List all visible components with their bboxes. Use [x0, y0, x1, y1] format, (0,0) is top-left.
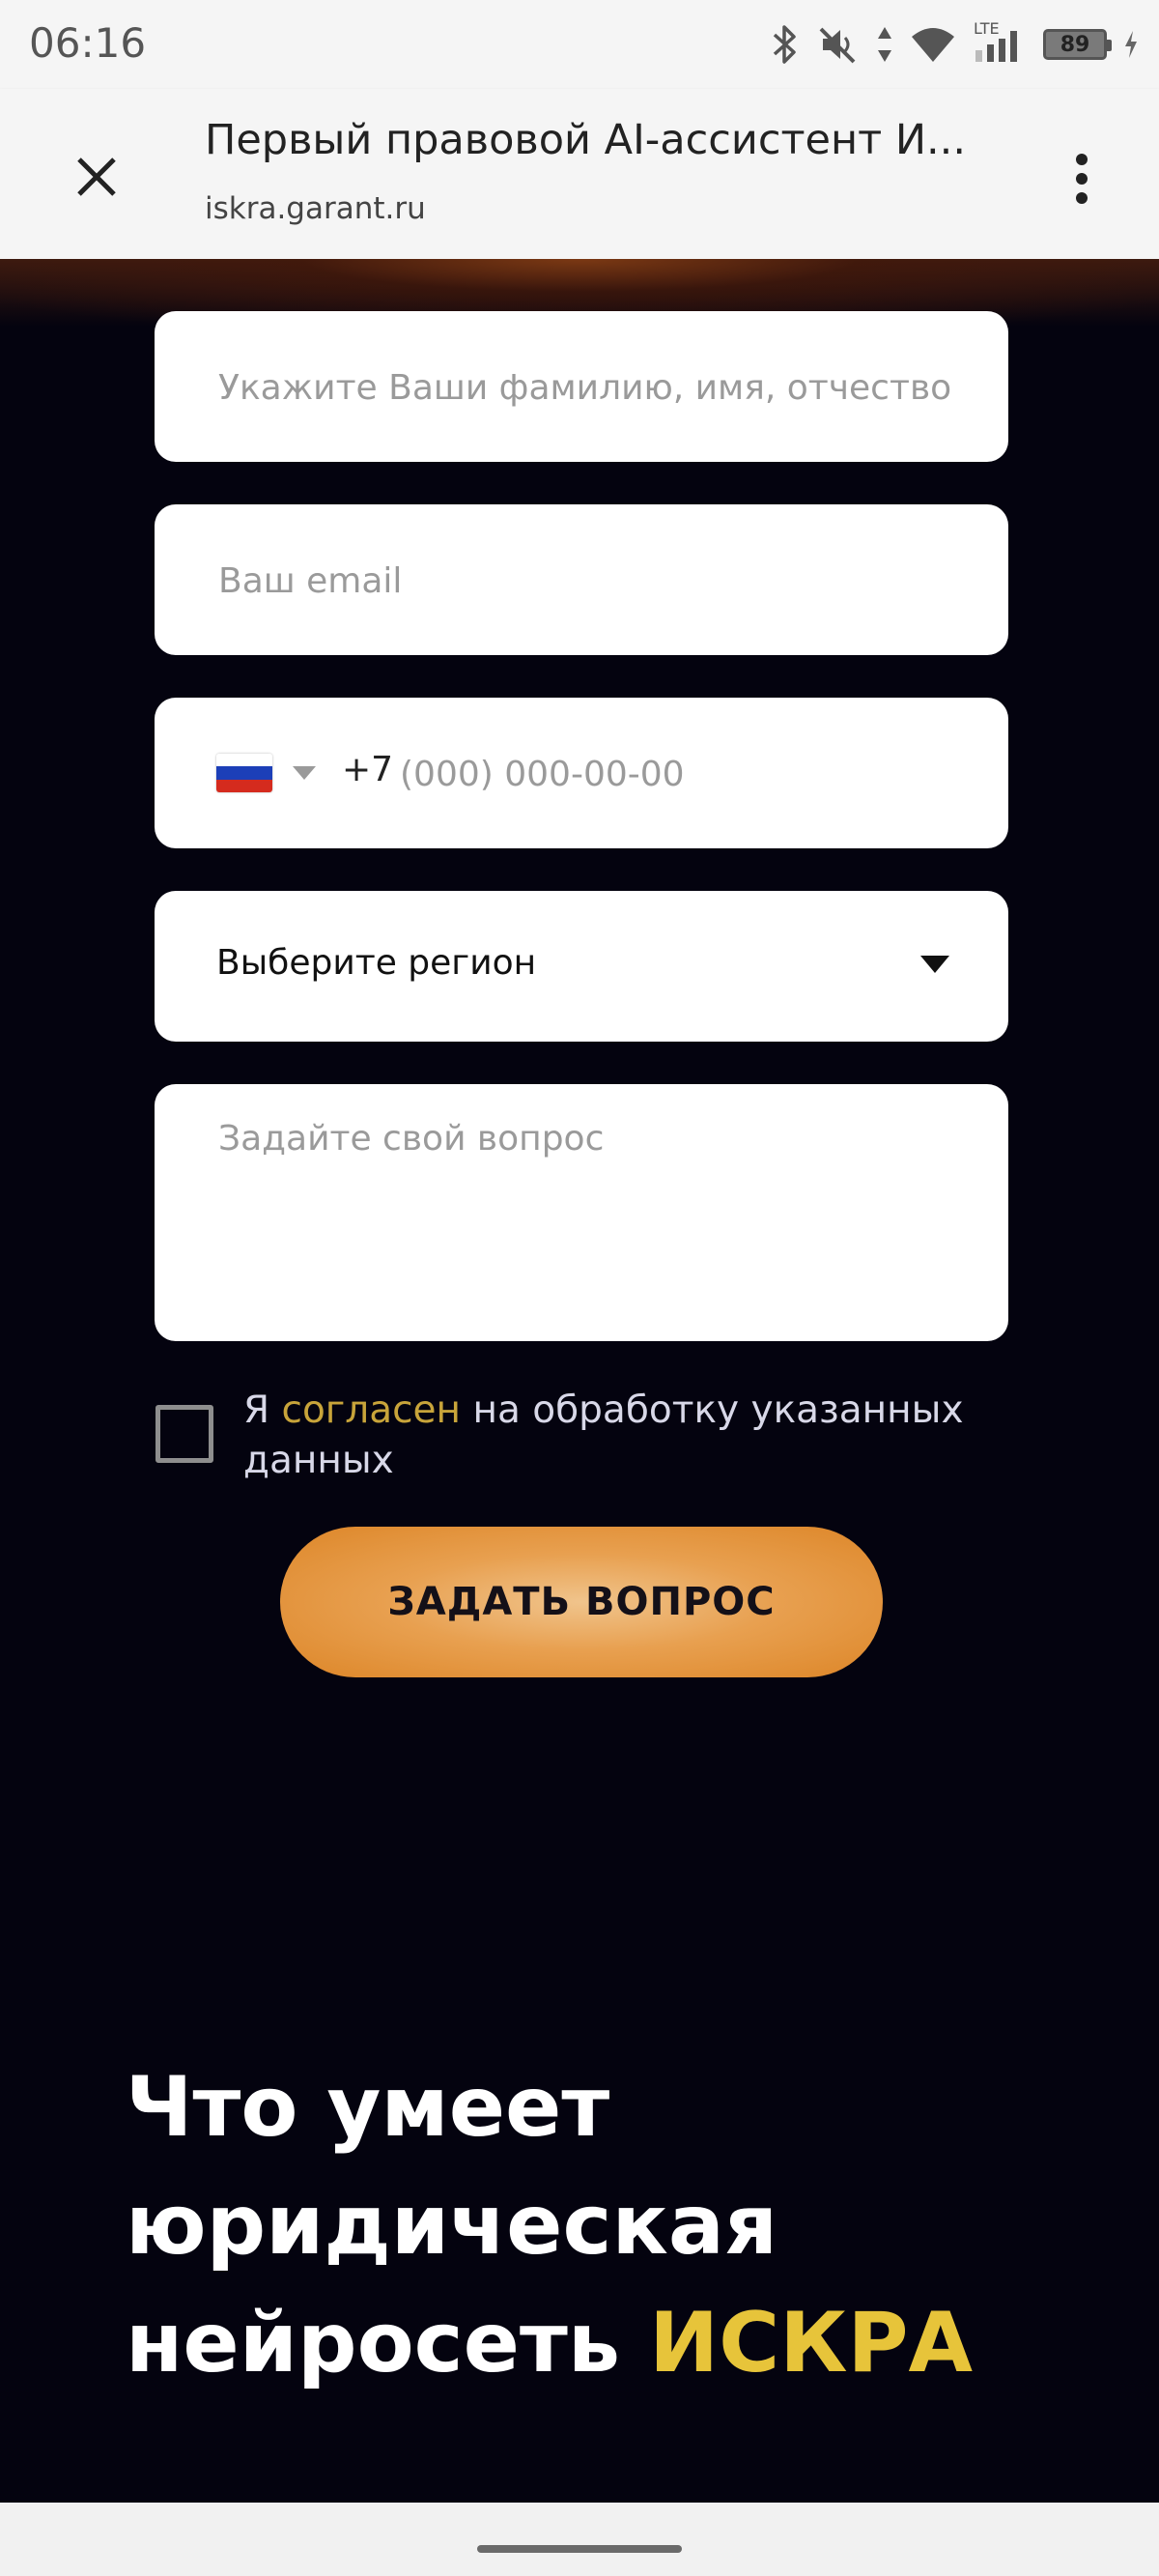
consent-checkbox[interactable]: [155, 1405, 213, 1463]
phone-field: +7: [155, 698, 1008, 850]
battery-icon: 89: [1043, 29, 1112, 60]
email-input[interactable]: [216, 504, 974, 657]
region-select[interactable]: Выберите регион: [155, 891, 1008, 1042]
charging-icon: [1124, 30, 1138, 59]
browser-bar: Первый правовой AI-ассистент И... iskra.…: [0, 89, 1159, 259]
status-bar: 06:16 LTE 89: [0, 0, 1159, 89]
country-dropdown-icon[interactable]: [292, 765, 317, 785]
close-icon: [75, 156, 118, 202]
page-title: Первый правовой AI-ассистент И...: [205, 116, 967, 164]
status-time: 06:16: [29, 19, 147, 67]
navigation-bar: [0, 2503, 1159, 2576]
question-textarea[interactable]: [216, 1117, 974, 1324]
chevron-down-icon: [919, 955, 950, 978]
consent-link[interactable]: согласен: [282, 1388, 462, 1432]
mute-icon: [817, 23, 860, 66]
name-field: [155, 311, 1008, 464]
data-arrows-icon: [877, 23, 892, 66]
name-input[interactable]: [216, 311, 974, 464]
consent-text: Я согласен на обработку указанных данных: [243, 1388, 964, 1482]
close-button[interactable]: [58, 140, 135, 217]
status-icons: LTE 89: [771, 17, 1138, 72]
battery-level: 89: [1060, 32, 1090, 57]
page-url[interactable]: iskra.garant.ru: [205, 191, 426, 226]
screen: 06:16 LTE 89 Первый правовой AI-ассистен…: [0, 0, 1159, 2576]
region-select-label: Выберите регион: [216, 943, 537, 983]
home-gesture-handle[interactable]: [477, 2545, 682, 2553]
question-field: [155, 1084, 1008, 1341]
ask-question-button[interactable]: ЗАДАТЬ ВОПРОС: [280, 1527, 883, 1677]
email-field: [155, 504, 1008, 657]
brand-name: ИСКРА: [649, 2295, 974, 2391]
russia-flag-icon[interactable]: [216, 754, 272, 792]
phone-prefix: +7: [342, 750, 394, 789]
wifi-icon: [910, 25, 956, 64]
signal-icon: LTE: [974, 19, 1026, 64]
bluetooth-icon: [771, 23, 800, 66]
phone-input[interactable]: [398, 698, 981, 850]
network-label: LTE: [974, 19, 1000, 38]
section-heading: Что умеет юридическая нейросеть ИСКРА: [126, 2059, 974, 2391]
more-vert-icon: [1074, 154, 1089, 208]
more-options-button[interactable]: [1053, 142, 1111, 219]
